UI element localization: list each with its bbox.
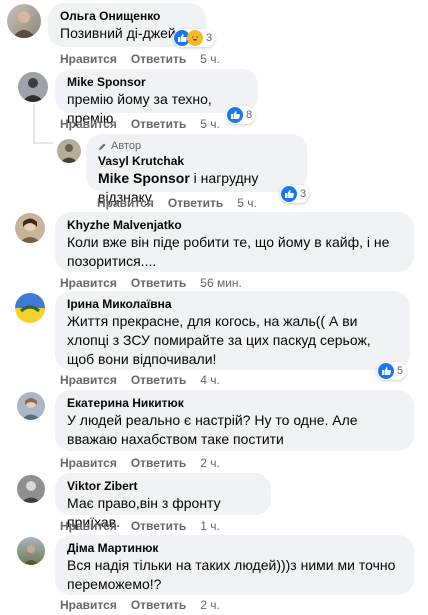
comment-author[interactable]: Vasyl Krutchak bbox=[98, 154, 295, 169]
reply-thread-line bbox=[33, 142, 53, 144]
like-button[interactable]: Нравится bbox=[60, 373, 117, 387]
timestamp[interactable]: 5 ч. bbox=[200, 117, 220, 131]
comment-author[interactable]: Ірина Миколаївна bbox=[67, 297, 398, 312]
avatar[interactable] bbox=[15, 213, 45, 243]
reaction-count: 8 bbox=[246, 109, 253, 121]
comment-author[interactable]: Екатерина Никитюк bbox=[67, 396, 402, 411]
reply-button[interactable]: Ответить bbox=[131, 52, 186, 66]
comment-bubble: Екатерина Никитюк У людей реально є наст… bbox=[55, 390, 414, 451]
comment-author[interactable]: Mike Sponsor bbox=[67, 75, 246, 90]
reaction-count: 3 bbox=[206, 32, 213, 44]
like-icon bbox=[281, 186, 297, 202]
like-button[interactable]: Нравится bbox=[60, 276, 117, 290]
comment-actions: Нравится Ответить 2 ч. bbox=[60, 456, 220, 470]
avatar[interactable] bbox=[17, 392, 45, 420]
comment-author[interactable]: Khyzhe Malvenjatko bbox=[67, 218, 402, 233]
reaction-summary[interactable]: 8 bbox=[226, 106, 256, 124]
comment-actions: Нравится Ответить 5 ч. bbox=[60, 52, 220, 66]
reply-button[interactable]: Ответить bbox=[131, 456, 186, 470]
comment-author[interactable]: Діма Мартинюк bbox=[67, 541, 402, 556]
comment-bubble: Діма Мартинюк Вся надія тільки на таких … bbox=[55, 535, 414, 595]
comment-actions: Нравится Ответить 1 ч. bbox=[60, 519, 220, 533]
comment-author[interactable]: Viktor Zibert bbox=[67, 479, 259, 494]
comment-bubble: Mike Sponsor премію йому за техно, премі… bbox=[55, 69, 258, 126]
reaction-count: 3 bbox=[300, 188, 307, 200]
avatar[interactable] bbox=[15, 293, 45, 323]
comment-actions: Нравится Ответить 2 ч. bbox=[60, 598, 220, 612]
like-button[interactable]: Нравится bbox=[60, 519, 117, 533]
comment-actions: Нравится Ответить 5 ч. bbox=[60, 117, 220, 131]
timestamp[interactable]: 2 ч. bbox=[200, 456, 220, 470]
timestamp[interactable]: 5 ч. bbox=[237, 196, 257, 210]
reaction-summary[interactable]: 3 bbox=[280, 185, 310, 203]
like-button[interactable]: Нравится bbox=[97, 196, 154, 210]
reply-thread-line bbox=[33, 104, 35, 144]
reply-button[interactable]: Ответить bbox=[131, 117, 186, 131]
timestamp[interactable]: 1 ч. bbox=[200, 519, 220, 533]
comment-actions: Нравится Ответить 4 ч. bbox=[60, 373, 220, 387]
like-button[interactable]: Нравится bbox=[60, 456, 117, 470]
reply-button[interactable]: Ответить bbox=[131, 519, 186, 533]
reaction-count: 5 bbox=[397, 365, 404, 377]
comment-bubble: Viktor Zibert Має право,він з фронту при… bbox=[55, 473, 271, 530]
author-badge-label: Автор bbox=[111, 140, 142, 152]
avatar[interactable] bbox=[17, 537, 45, 565]
comment-text: Життя прекрасне, для когось, на жаль(( А… bbox=[67, 313, 371, 367]
timestamp[interactable]: 4 ч. bbox=[200, 373, 220, 387]
timestamp[interactable]: 5 ч. bbox=[200, 52, 220, 66]
timestamp[interactable]: 56 мин. bbox=[200, 276, 242, 290]
comment-actions: Нравится Ответить 5 ч. bbox=[97, 196, 257, 210]
pen-icon bbox=[99, 143, 106, 150]
reply-button[interactable]: Ответить bbox=[131, 598, 186, 612]
timestamp[interactable]: 2 ч. bbox=[200, 598, 220, 612]
mention-link[interactable]: Mike Sponsor bbox=[98, 170, 190, 186]
comment-text: У людей реально є настрій? Ну то одне. А… bbox=[67, 412, 358, 447]
like-button[interactable]: Нравится bbox=[60, 598, 117, 612]
like-button[interactable]: Нравится bbox=[60, 117, 117, 131]
comment-bubble: Ірина Миколаївна Життя прекрасне, для ко… bbox=[55, 291, 410, 370]
reply-button[interactable]: Ответить bbox=[131, 373, 186, 387]
comment-author[interactable]: Ольга Онищенко bbox=[60, 9, 194, 24]
reply-button[interactable]: Ответить bbox=[168, 196, 223, 210]
comment-actions: Нравится Ответить 56 мин. bbox=[60, 276, 242, 290]
comment-bubble: Khyzhe Malvenjatko Коли вже він піде роб… bbox=[55, 212, 414, 272]
author-badge: Автор bbox=[98, 140, 295, 153]
comment-text: Коли вже він піде робити те, що йому в к… bbox=[67, 234, 390, 269]
like-button[interactable]: Нравится bbox=[60, 52, 117, 66]
avatar[interactable] bbox=[17, 475, 45, 503]
comment-bubble: Автор Vasyl Krutchak Mike Sponsor і нагр… bbox=[86, 134, 307, 205]
reply-button[interactable]: Ответить bbox=[131, 276, 186, 290]
comment-text: Вся надія тільки на таких людей)))з ними… bbox=[67, 557, 396, 592]
reaction-summary[interactable]: 3 bbox=[173, 29, 216, 47]
reaction-summary[interactable]: 5 bbox=[377, 362, 407, 380]
avatar[interactable] bbox=[57, 139, 81, 163]
like-icon bbox=[378, 363, 394, 379]
avatar[interactable] bbox=[7, 4, 41, 38]
like-icon bbox=[227, 107, 243, 123]
avatar[interactable] bbox=[18, 72, 48, 102]
haha-icon bbox=[187, 30, 203, 46]
